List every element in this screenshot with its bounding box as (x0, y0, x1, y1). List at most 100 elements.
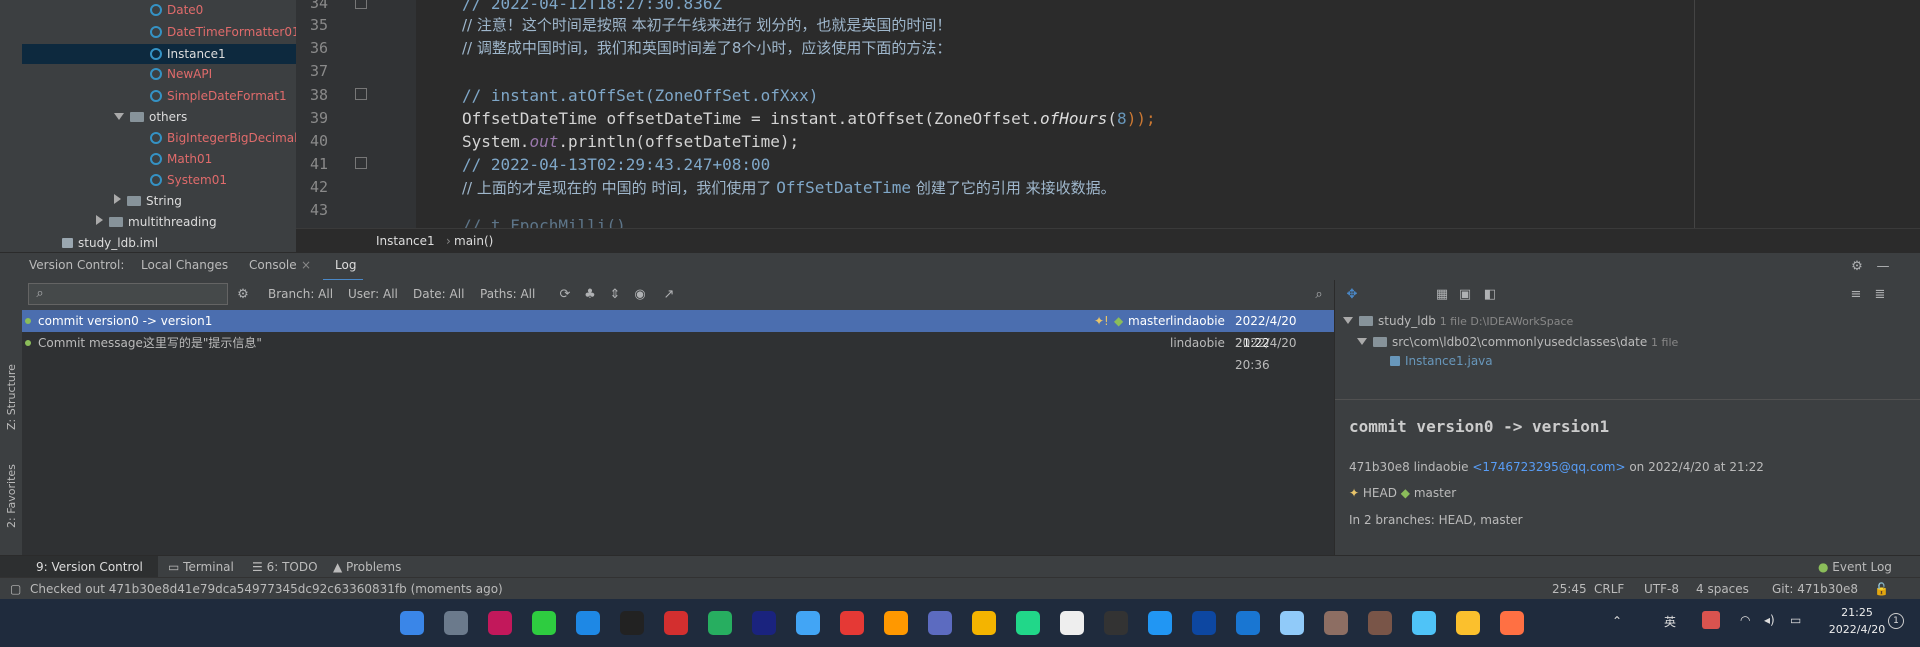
paths-filter[interactable]: Paths: All (480, 287, 535, 301)
tree-item-math01[interactable]: Math01 (150, 149, 212, 169)
chevron-down-icon[interactable] (114, 113, 124, 120)
commit-row[interactable]: Commit message这里写的是"提示信息" lindaobie 2022… (22, 332, 1334, 372)
refresh-icon[interactable]: ⟳ (558, 288, 572, 302)
app-blue-icon[interactable] (796, 611, 820, 635)
changes-dir[interactable]: src\com\ldb02\commonlyusedclasses\date 1… (1357, 335, 1678, 349)
search-icon[interactable]: ⌕ (1312, 288, 1326, 302)
chevron-down-icon[interactable] (1343, 317, 1353, 324)
caret-position[interactable]: 25:45 (1552, 582, 1587, 596)
tab-terminal[interactable]: ▭ Terminal (168, 560, 234, 574)
expand-icon[interactable]: ✥ (1345, 288, 1359, 302)
breadcrumb-item[interactable]: Instance1 (376, 234, 435, 248)
app-red-icon[interactable] (664, 611, 688, 635)
edge-icon[interactable] (576, 611, 600, 635)
event-log-button[interactable]: ● Event Log (1818, 560, 1892, 574)
sublime-icon[interactable] (884, 611, 908, 635)
tree-item-datetimeformatter[interactable]: DateTimeFormatter01 (150, 22, 296, 42)
commit-row[interactable]: commit version0 -> version1 ✦! ◆ master … (22, 310, 1334, 350)
file-encoding[interactable]: UTF-8 (1644, 582, 1679, 596)
structure-tab[interactable]: Z: Structure (5, 364, 18, 430)
app-sky-icon[interactable] (1148, 611, 1172, 635)
clock-time[interactable]: 21:25 (1822, 606, 1892, 619)
git-icon[interactable] (1324, 611, 1348, 635)
status-panel-icon[interactable]: ▢ (10, 582, 21, 596)
audition-icon[interactable] (752, 611, 776, 635)
intellij-icon[interactable] (488, 611, 512, 635)
line-separator[interactable]: CRLF (1594, 582, 1624, 596)
chevron-right-icon[interactable] (96, 215, 103, 225)
tab-log[interactable]: Log (323, 253, 363, 281)
user-filter[interactable]: User: All (348, 287, 398, 301)
volume-icon[interactable]: ◂) (1764, 613, 1775, 627)
chevron-down-icon[interactable] (1357, 338, 1367, 345)
chevron-up-icon[interactable]: ⌃ (1612, 614, 1622, 628)
branch-filter[interactable]: Branch: All (268, 287, 333, 301)
grid-icon[interactable]: ▦ (1435, 288, 1449, 302)
ime-indicator[interactable]: 英 (1664, 613, 1676, 630)
date-filter[interactable]: Date: All (413, 287, 464, 301)
tree-item-others[interactable]: others (114, 107, 187, 127)
tree-item-date0[interactable]: Date0 (150, 0, 203, 20)
folder-icon[interactable] (972, 611, 996, 635)
favorites-tab[interactable]: 2: Favorites (5, 464, 18, 528)
app-bird-icon[interactable] (1280, 611, 1304, 635)
gear-icon[interactable]: ⚙ (1850, 260, 1864, 274)
search-field[interactable]: ⌕ (28, 283, 228, 305)
settings-icon[interactable]: ⚙ (236, 288, 250, 302)
qq-icon[interactable] (620, 611, 644, 635)
notification-icon[interactable]: 1 (1888, 613, 1904, 629)
battery-icon[interactable]: ▭ (1790, 613, 1801, 627)
app-avatar-icon[interactable] (1368, 611, 1392, 635)
expand-all-icon[interactable]: ≡ (1849, 288, 1863, 302)
clock-date[interactable]: 2022/4/20 (1816, 623, 1898, 636)
changes-file[interactable]: Instance1.java (1390, 354, 1493, 368)
chrome-icon[interactable] (1456, 611, 1480, 635)
tree-item-system01[interactable]: System01 (150, 170, 227, 190)
terminal-icon[interactable] (1104, 611, 1128, 635)
sogou-icon[interactable] (1702, 611, 1720, 629)
pycharm-icon[interactable] (1016, 611, 1040, 635)
app-player-icon[interactable] (1500, 611, 1524, 635)
tab-console[interactable]: Console (249, 258, 297, 272)
lock-icon[interactable]: 🔓 (1874, 582, 1889, 596)
code-editor[interactable]: // 2022-04-12T18:27:30.836Z // 注意！这个时间是按… (416, 0, 1920, 228)
wifi-icon[interactable]: ◠ (1740, 613, 1750, 627)
tree-item-newapi[interactable]: NewAPI (150, 64, 212, 84)
author-email[interactable]: <1746723295@qq.com> (1472, 460, 1625, 474)
app-green-icon[interactable] (708, 611, 732, 635)
tree-item-instance1[interactable]: Instance1 (22, 44, 296, 64)
open-icon[interactable]: ↗ (662, 288, 676, 302)
wechat-icon[interactable] (532, 611, 556, 635)
windows-icon[interactable] (400, 611, 424, 635)
chat-icon[interactable] (1060, 611, 1084, 635)
git-branch[interactable]: Git: 471b30e8 (1772, 582, 1858, 596)
tree-item-string[interactable]: String (114, 191, 182, 211)
split-icon[interactable]: ◧ (1483, 288, 1497, 302)
minimize-icon[interactable]: — (1876, 260, 1890, 274)
collapse-icon[interactable]: ⇕ (608, 288, 622, 302)
app-purple-icon[interactable] (928, 611, 952, 635)
settings-icon[interactable] (444, 611, 468, 635)
app-feather-icon[interactable] (1236, 611, 1260, 635)
tab-problems[interactable]: ▲ Problems (333, 560, 401, 574)
fold-marker-icon[interactable] (355, 88, 367, 100)
indent-setting[interactable]: 4 spaces (1696, 582, 1749, 596)
changes-root[interactable]: study_ldb 1 file D:\IDEAWorkSpace (1343, 314, 1573, 328)
search-input[interactable] (51, 285, 225, 305)
tab-version-control[interactable]: 9: Version Control (0, 556, 158, 578)
fold-marker-icon[interactable] (355, 0, 367, 9)
close-icon[interactable]: × (301, 258, 311, 272)
tab-local-changes[interactable]: Local Changes (141, 258, 228, 272)
tree-item-bigint[interactable]: BigIntegerBigDecimal (150, 128, 296, 148)
collapse-all-icon[interactable]: ≣ (1873, 288, 1887, 302)
tree-item-simpledateformat[interactable]: SimpleDateFormat1 (150, 86, 287, 106)
tab-todo[interactable]: ☰ 6: TODO (252, 560, 318, 574)
breadcrumb-item[interactable]: main() (454, 234, 493, 248)
tree-item-iml[interactable]: study_ldb.iml (62, 233, 158, 252)
fold-marker-icon[interactable] (355, 157, 367, 169)
wps-icon[interactable] (840, 611, 864, 635)
app-monitor-icon[interactable] (1412, 611, 1436, 635)
cherry-pick-icon[interactable]: ♣ (583, 288, 597, 302)
chevron-right-icon[interactable] (114, 194, 121, 204)
layout-icon[interactable]: ▣ (1458, 288, 1472, 302)
